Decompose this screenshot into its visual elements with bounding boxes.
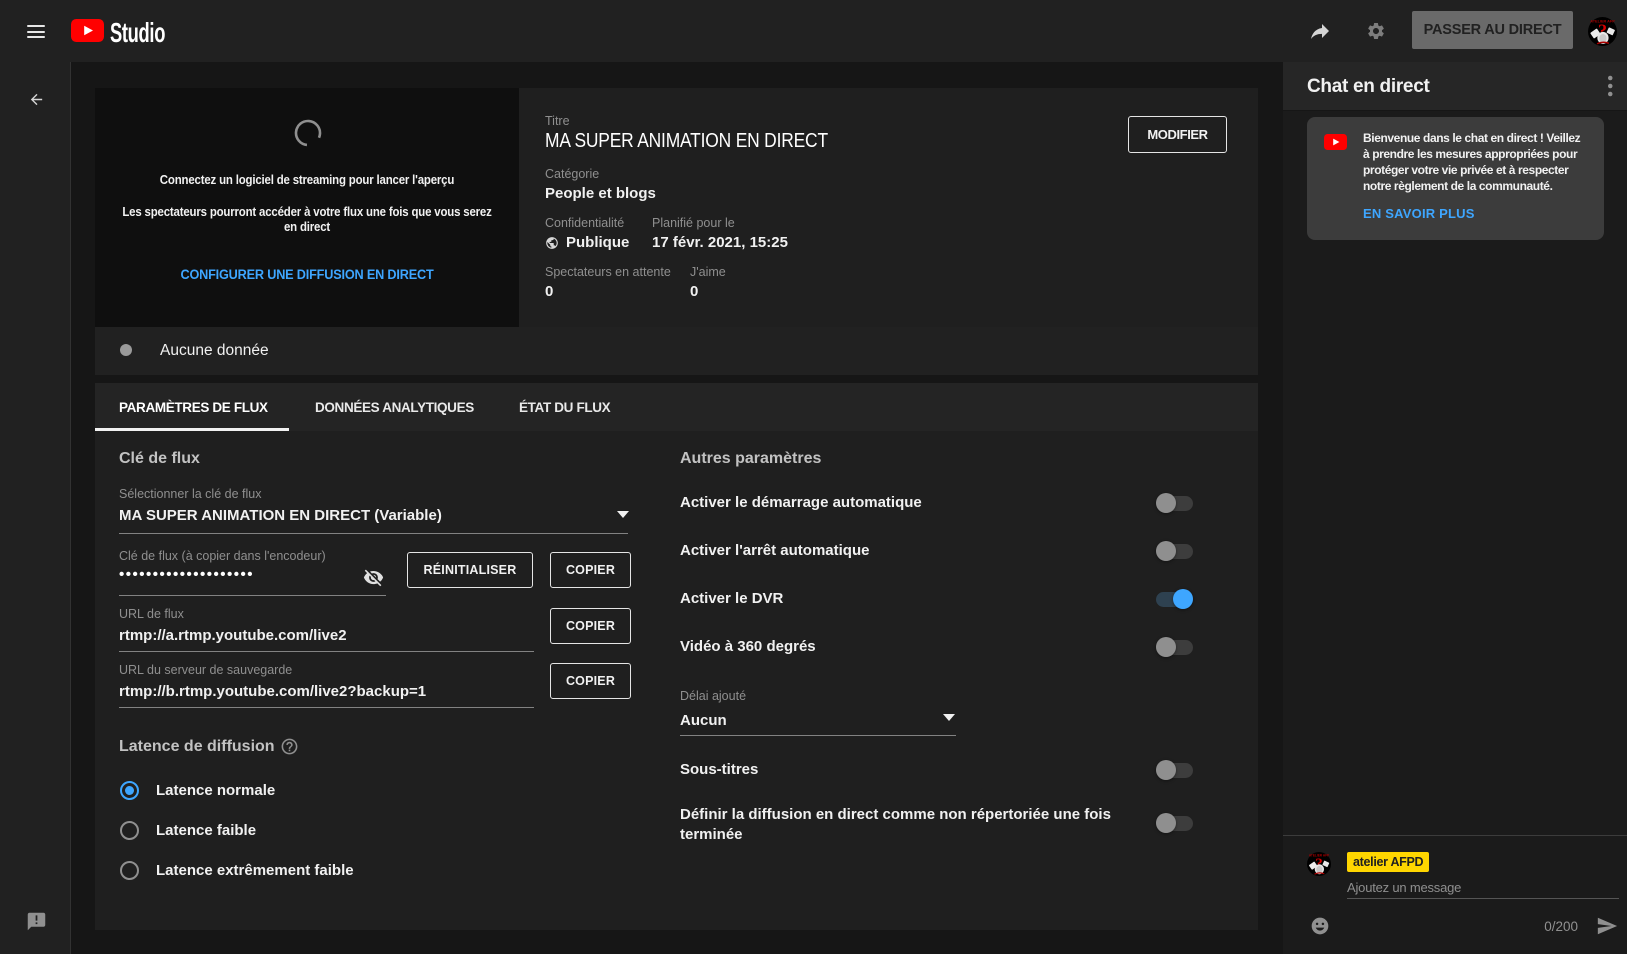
svg-text:ATELIER AFP: ATELIER AFP <box>1590 19 1615 23</box>
svg-text:ATELIER AFP: ATELIER AFP <box>1309 853 1329 857</box>
